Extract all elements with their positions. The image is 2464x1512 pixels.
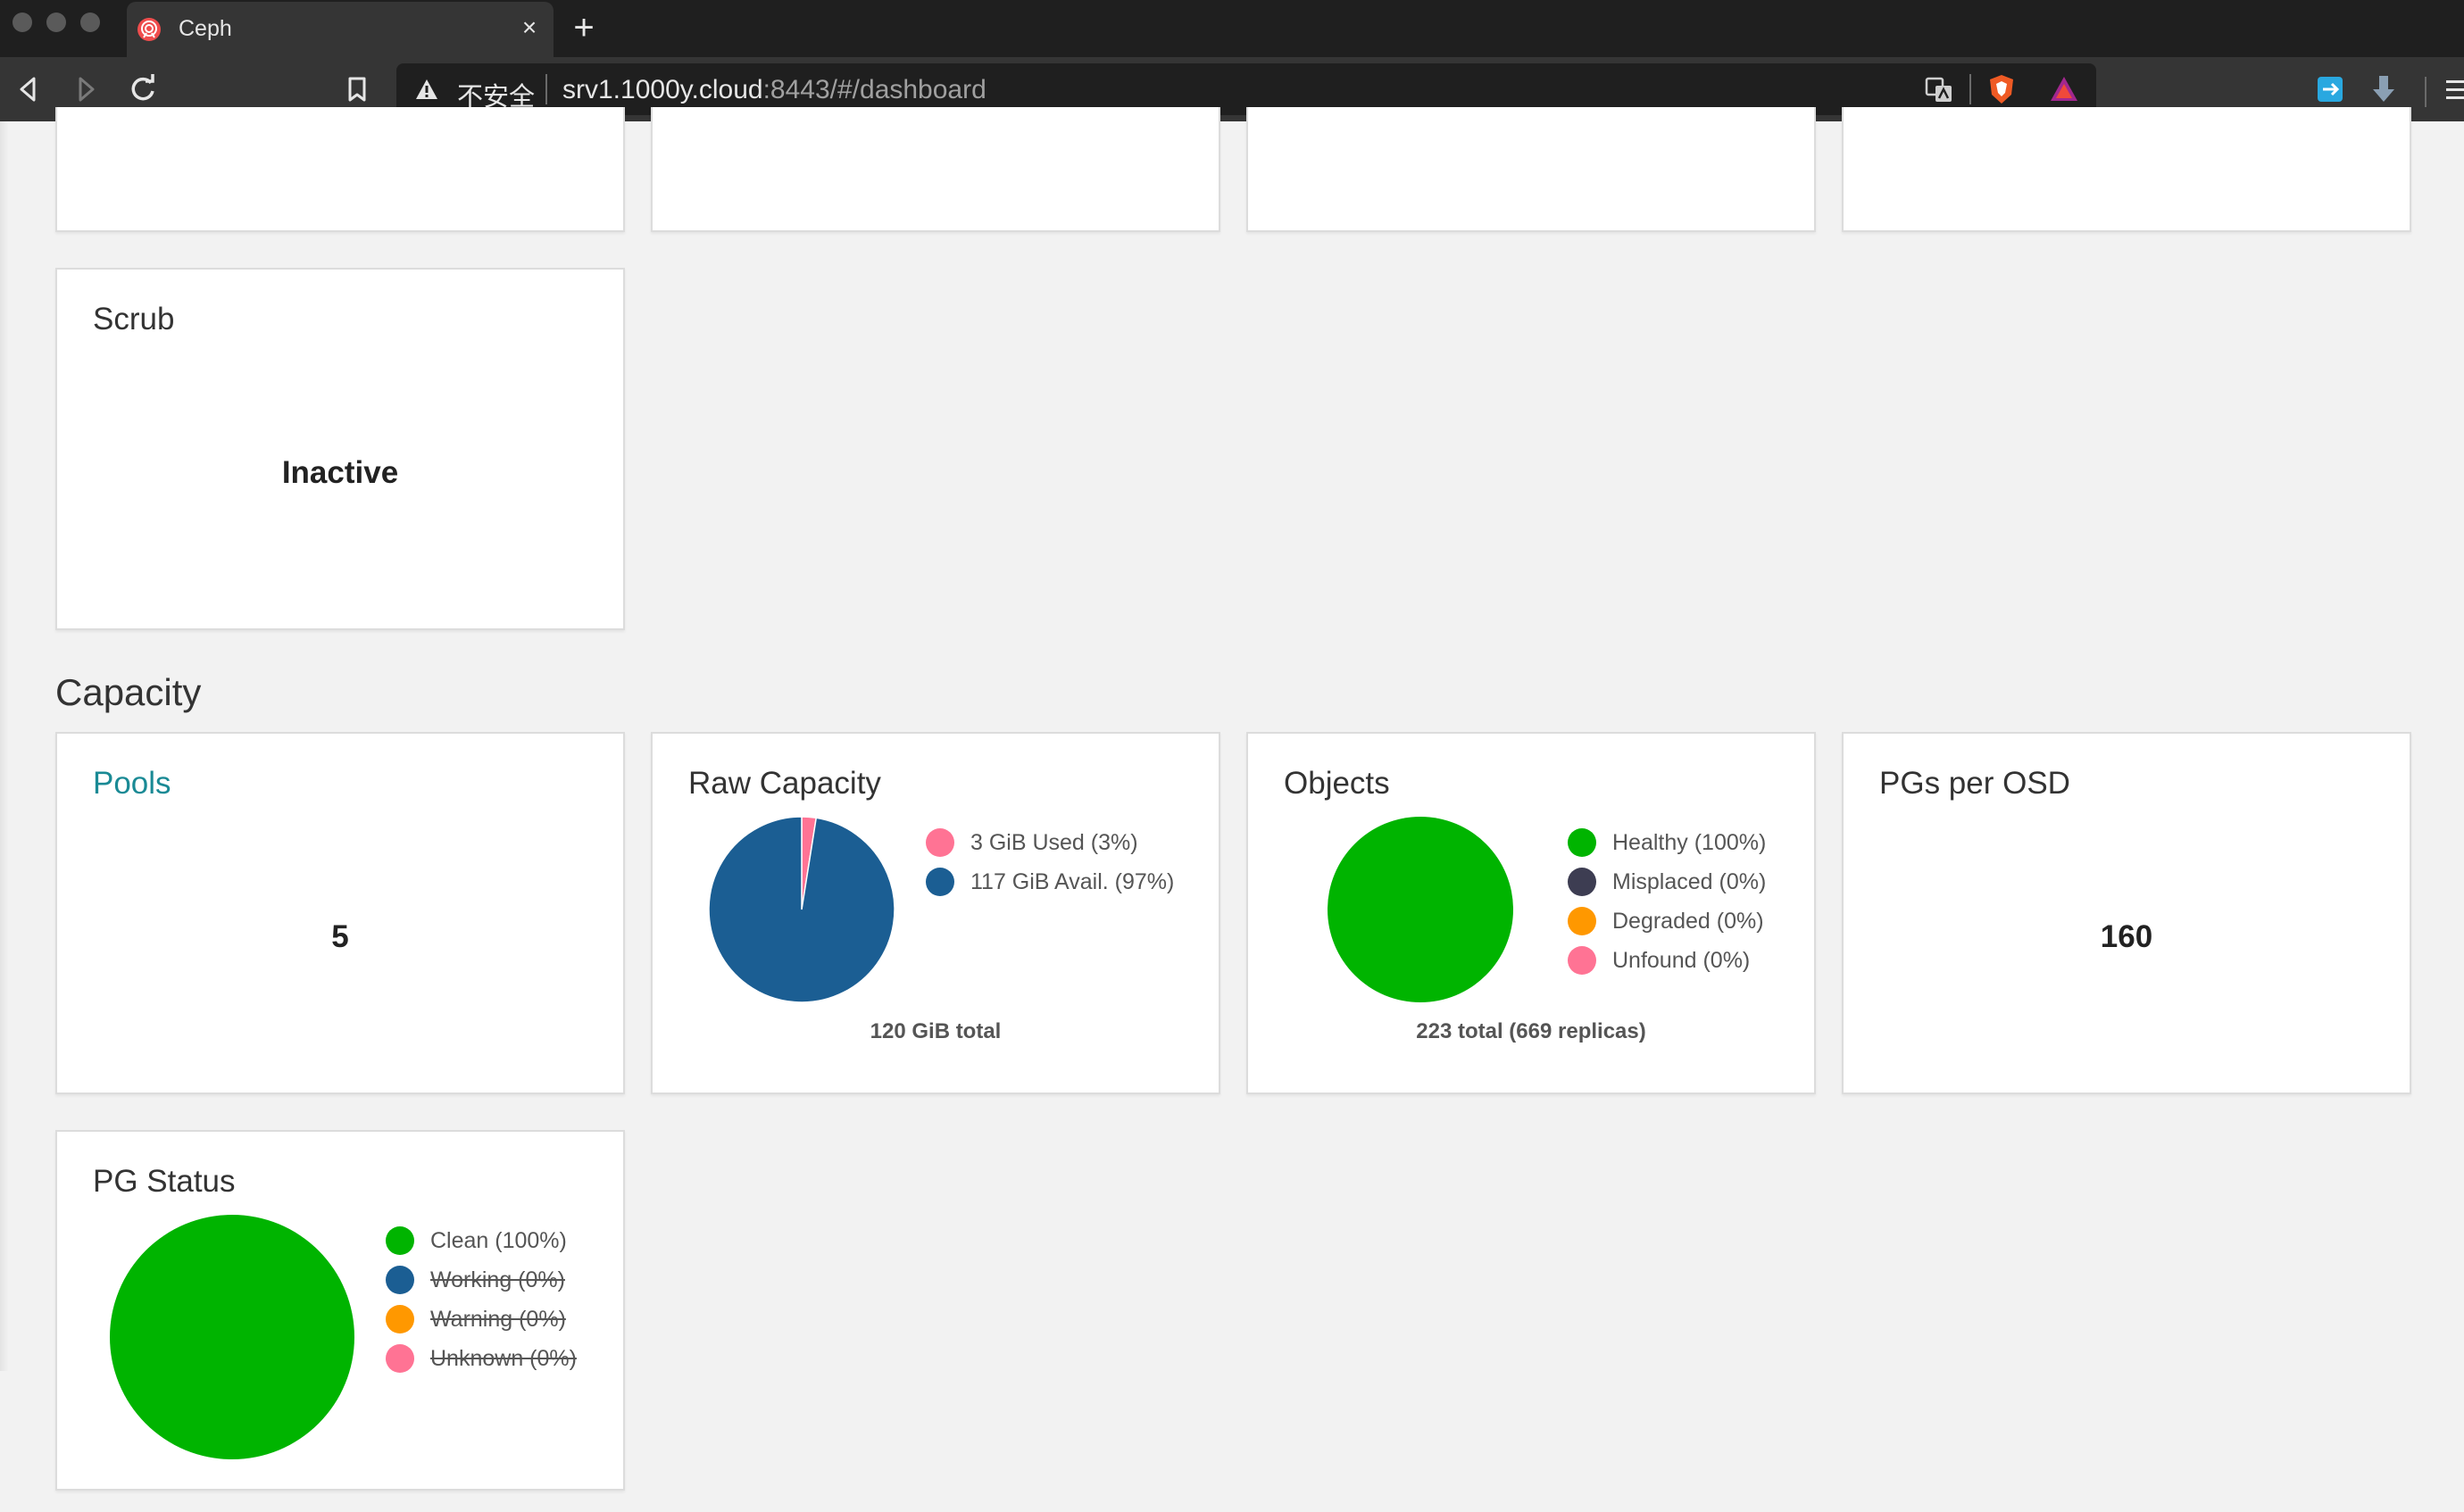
pie-slice-healthy[interactable] [1328, 817, 1513, 1002]
capacity-section-title: Capacity [55, 671, 202, 713]
window-zoom-button[interactable] [80, 12, 100, 32]
legend-label-working: Working (0%) [430, 1267, 565, 1292]
pools-count: 5 [331, 919, 349, 954]
forward-arrow-icon[interactable] [66, 70, 105, 109]
objects-pie-chart [1328, 817, 1513, 1002]
legend-swatch-avail [926, 868, 954, 896]
pie-slice-avail[interactable] [708, 816, 895, 1003]
legend-swatch-warning [386, 1305, 414, 1333]
url-host: srv1.1000y.cloud [562, 75, 763, 104]
menu-icon[interactable] [2443, 71, 2464, 107]
scrub-card: Scrub Inactive [55, 268, 625, 630]
objects-legend: Healthy (100%) Misplaced (0%) Degraded (… [1568, 823, 1766, 980]
legend-swatch-unknown [386, 1344, 414, 1373]
pools-link[interactable]: Pools [93, 766, 171, 802]
legend-item-warning[interactable]: Warning (0%) [386, 1300, 577, 1339]
pools-card: Pools 5 [55, 732, 625, 1094]
scrub-value: Inactive [281, 455, 399, 490]
url-path: :8443/#/dashboard [762, 75, 986, 104]
pgs-per-osd-card: PGs per OSD 160 [1842, 732, 2411, 1094]
legend-swatch-healthy [1568, 828, 1596, 857]
legend-label-misplaced: Misplaced (0%) [1612, 868, 1767, 894]
pg-status-card: PG Status Clean (100%) Working (0%) Warn… [55, 1130, 625, 1491]
legend-swatch-used [926, 828, 954, 857]
scrub-title: Scrub [93, 302, 175, 336]
legend-item-healthy[interactable]: Healthy (100%) [1568, 823, 1766, 862]
pg-status-pie-chart [110, 1215, 354, 1459]
status-card-partial-2 [651, 107, 1220, 232]
brave-shield-icon[interactable] [1984, 71, 2019, 107]
url-text[interactable]: srv1.1000y.cloud:8443/#/dashboard [562, 75, 986, 105]
toolbar-divider [2425, 77, 2427, 107]
pg-status-title: PG Status [93, 1164, 236, 1199]
legend-label-used: 3 GiB Used (3%) [970, 829, 1138, 855]
raw-capacity-total: 120 GiB total [870, 1019, 1002, 1043]
tab-close-icon[interactable]: × [514, 12, 545, 43]
window-close-button[interactable] [12, 12, 32, 32]
raw-capacity-pie-chart [708, 816, 895, 1003]
objects-card: Objects Healthy (100%) Misplaced (0%) De… [1246, 732, 1816, 1094]
download-icon[interactable] [2366, 71, 2402, 107]
legend-swatch-unfound [1568, 946, 1596, 975]
status-card-partial-4 [1842, 107, 2411, 232]
legend-item-misplaced[interactable]: Misplaced (0%) [1568, 862, 1766, 901]
legend-item-used[interactable]: 3 GiB Used (3%) [926, 823, 1174, 862]
pgs-per-osd-title: PGs per OSD [1879, 766, 2070, 801]
legend-item-avail[interactable]: 117 GiB Avail. (97%) [926, 862, 1174, 901]
raw-capacity-title: Raw Capacity [688, 766, 881, 801]
browser-tab-bar: Ceph × + [0, 0, 2464, 57]
url-divider [545, 74, 547, 104]
window-minimize-button[interactable] [46, 12, 66, 32]
legend-item-working[interactable]: Working (0%) [386, 1260, 577, 1300]
pg-status-legend: Clean (100%) Working (0%) Warning (0%) U… [386, 1221, 577, 1378]
legend-item-unknown[interactable]: Unknown (0%) [386, 1339, 577, 1378]
legend-label-clean: Clean (100%) [430, 1227, 567, 1253]
brave-rewards-icon[interactable] [2046, 71, 2082, 107]
legend-swatch-degraded [1568, 907, 1596, 935]
legend-label-degraded: Degraded (0%) [1612, 908, 1764, 934]
legend-item-unfound[interactable]: Unfound (0%) [1568, 941, 1766, 980]
legend-label-unknown: Unknown (0%) [430, 1345, 577, 1371]
legend-label-healthy: Healthy (100%) [1612, 829, 1767, 855]
raw-capacity-card: Raw Capacity 3 GiB Used (3%) 117 GiB Ava… [651, 732, 1220, 1094]
extension-translator-icon[interactable] [2312, 71, 2348, 107]
tab-title: Ceph [179, 16, 232, 41]
browser-tab-ceph[interactable]: Ceph × [127, 2, 554, 57]
legend-label-unfound: Unfound (0%) [1612, 947, 1751, 973]
pie-slice-clean[interactable] [110, 1215, 354, 1459]
legend-label-warning: Warning (0%) [430, 1306, 566, 1332]
sidebar-shadow [0, 121, 9, 1371]
ceph-logo-icon [137, 18, 161, 41]
raw-capacity-legend: 3 GiB Used (3%) 117 GiB Avail. (97%) [926, 823, 1174, 901]
bookmark-icon[interactable] [337, 70, 377, 109]
pgs-per-osd-value: 160 [2100, 919, 2153, 954]
reload-icon[interactable] [123, 70, 162, 109]
legend-label-avail: 117 GiB Avail. (97%) [970, 868, 1175, 894]
warning-icon [416, 79, 437, 99]
legend-item-clean[interactable]: Clean (100%) [386, 1221, 577, 1260]
status-card-partial-1 [55, 107, 625, 232]
legend-swatch-misplaced [1568, 868, 1596, 896]
legend-swatch-clean [386, 1226, 414, 1255]
objects-title: Objects [1284, 766, 1390, 801]
legend-item-degraded[interactable]: Degraded (0%) [1568, 901, 1766, 941]
urlbar-divider [1969, 74, 1971, 104]
status-card-partial-3 [1246, 107, 1816, 232]
back-arrow-icon[interactable] [9, 70, 48, 109]
legend-swatch-working [386, 1266, 414, 1294]
objects-total: 223 total (669 replicas) [1416, 1019, 1646, 1043]
translate-icon[interactable] [1921, 71, 1957, 107]
new-tab-button[interactable]: + [566, 10, 602, 46]
